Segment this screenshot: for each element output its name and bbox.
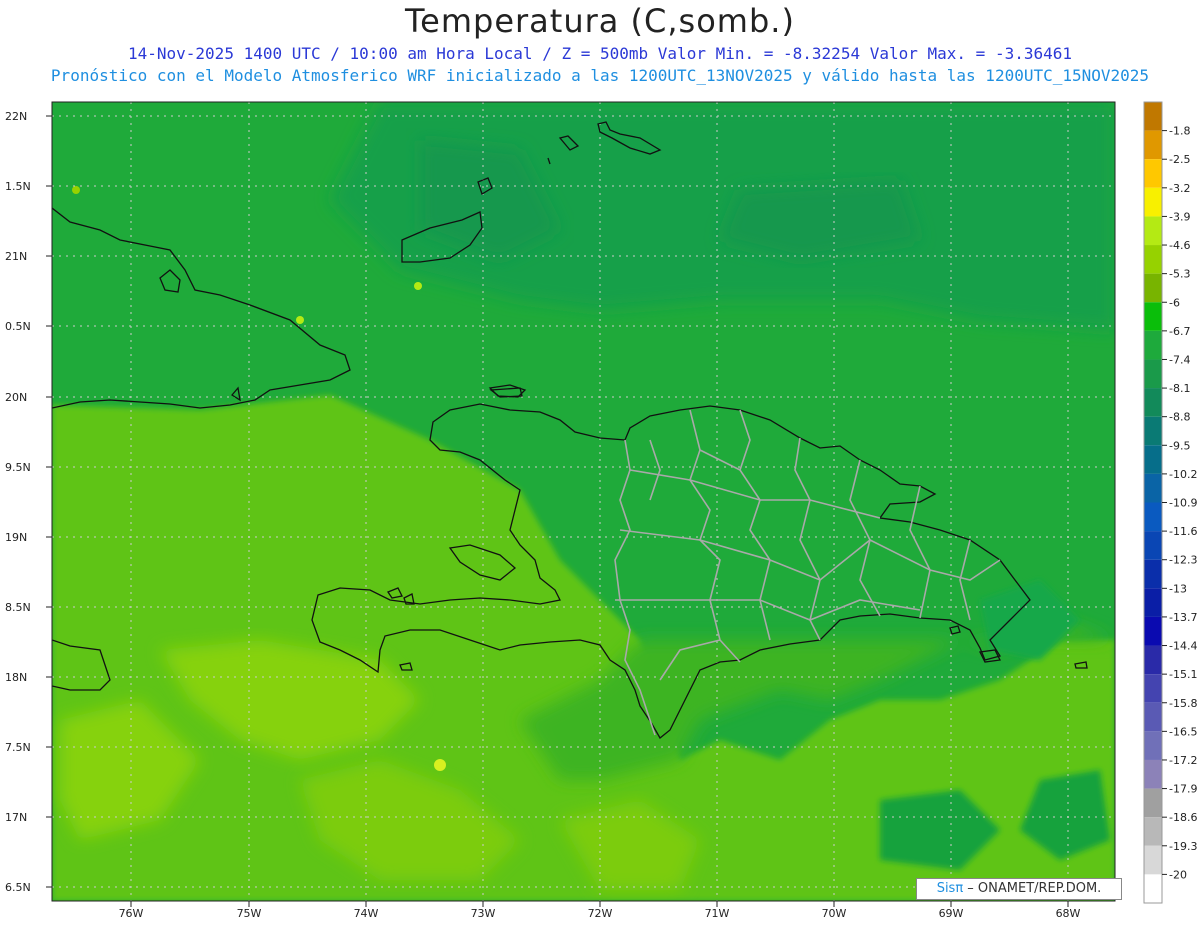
colorbar-swatch bbox=[1144, 359, 1162, 389]
colorbar-label: -8.1 bbox=[1169, 382, 1190, 395]
colorbar-label: -14.4 bbox=[1169, 640, 1197, 653]
credit-brand: Sisπ bbox=[936, 881, 964, 896]
colorbar-swatch bbox=[1144, 845, 1162, 875]
lat-label: 21N bbox=[5, 250, 27, 263]
colorbar-swatch bbox=[1144, 473, 1162, 503]
colorbar-label: -2.5 bbox=[1169, 153, 1190, 166]
credit-box: Sisπ – ONAMET/REP.DOM. bbox=[916, 878, 1122, 900]
lat-label: 8.5N bbox=[5, 601, 31, 614]
latitude-labels: 22N 1.5N 21N 0.5N 20N 9.5N 19N 8.5N 18N … bbox=[5, 110, 52, 894]
colorbar-label: -6.7 bbox=[1169, 325, 1190, 338]
lat-label: 18N bbox=[5, 671, 27, 684]
map-page: Temperatura (C,somb.) 14-Nov-2025 1400 U… bbox=[0, 0, 1200, 927]
colorbar-swatch bbox=[1144, 159, 1162, 188]
colorbar-swatch bbox=[1144, 731, 1162, 760]
colorbar-label: -13.7 bbox=[1169, 611, 1197, 624]
colorbar-swatch bbox=[1144, 130, 1162, 160]
colorbar-label: -15.8 bbox=[1169, 697, 1197, 710]
lon-label: 69W bbox=[939, 907, 964, 920]
colorbar-swatch bbox=[1144, 874, 1162, 903]
colorbar-swatch bbox=[1144, 616, 1162, 646]
colorbar-label: -6 bbox=[1169, 296, 1180, 309]
colorbar-swatch bbox=[1144, 245, 1162, 274]
colorbar: -1.8 -2.5 -3.2 -3.9 -4.6 -5.3 -6 -6.7 -7.4 -8.1 -8… bbox=[1143, 101, 1197, 904]
colorbar-swatch bbox=[1144, 559, 1162, 589]
colorbar-label: -5.3 bbox=[1169, 268, 1190, 281]
colorbar-label: -4.6 bbox=[1169, 239, 1190, 252]
lat-label: 19N bbox=[5, 531, 27, 544]
lat-label: 17N bbox=[5, 811, 27, 824]
colorbar-label: -18.6 bbox=[1169, 811, 1197, 824]
colorbar-swatch bbox=[1144, 817, 1162, 846]
colorbar-swatch bbox=[1144, 788, 1162, 818]
colorbar-label: -16.5 bbox=[1169, 725, 1197, 738]
lat-label: 22N bbox=[5, 110, 27, 123]
lon-label: 76W bbox=[119, 907, 144, 920]
colorbar-label: -10.9 bbox=[1169, 497, 1197, 510]
lon-label: 73W bbox=[471, 907, 496, 920]
longitude-labels: 76W 75W 74W 73W 72W 71W 70W 69W 68W bbox=[119, 901, 1081, 920]
colorbar-label: -3.9 bbox=[1169, 210, 1190, 223]
temperature-field bbox=[52, 102, 1115, 901]
colorbar-label: -17.2 bbox=[1169, 754, 1197, 767]
colorbar-label: -17.9 bbox=[1169, 783, 1197, 796]
lon-label: 70W bbox=[822, 907, 847, 920]
lat-label: 9.5N bbox=[5, 461, 31, 474]
colorbar-swatch bbox=[1144, 330, 1162, 360]
colorbar-swatch bbox=[1144, 416, 1162, 446]
lat-label: 7.5N bbox=[5, 741, 31, 754]
colorbar-label: -11.6 bbox=[1169, 525, 1197, 538]
lon-label: 71W bbox=[705, 907, 730, 920]
colorbar-swatch bbox=[1144, 388, 1162, 417]
lon-label: 74W bbox=[354, 907, 379, 920]
colorbar-swatch bbox=[1144, 502, 1162, 532]
colorbar-label: -15.1 bbox=[1169, 668, 1197, 681]
colorbar-label: -7.4 bbox=[1169, 353, 1190, 366]
colorbar-label: -10.2 bbox=[1169, 468, 1197, 481]
colorbar-label: -8.8 bbox=[1169, 411, 1190, 424]
colorbar-swatch bbox=[1144, 273, 1162, 303]
colorbar-label: -13 bbox=[1169, 582, 1187, 595]
lat-label: 0.5N bbox=[5, 320, 31, 333]
colorbar-label: -20 bbox=[1169, 868, 1187, 881]
colorbar-label: -3.2 bbox=[1169, 182, 1190, 195]
colorbar-swatch bbox=[1144, 531, 1162, 560]
colorbar-swatch bbox=[1144, 216, 1162, 246]
colorbar-swatch bbox=[1144, 759, 1162, 789]
lat-label: 6.5N bbox=[5, 881, 31, 894]
lat-label: 20N bbox=[5, 391, 27, 404]
colorbar-swatch bbox=[1144, 445, 1162, 474]
colorbar-swatch bbox=[1144, 588, 1162, 617]
colorbar-label: -19.3 bbox=[1169, 840, 1197, 853]
colorbar-label: -12.3 bbox=[1169, 554, 1197, 567]
colorbar-label: -9.5 bbox=[1169, 439, 1190, 452]
map-svg: 22N 1.5N 21N 0.5N 20N 9.5N 19N 8.5N 18N … bbox=[5, 101, 1197, 920]
colorbar-swatch bbox=[1144, 302, 1162, 331]
colorbar-label: -1.8 bbox=[1169, 125, 1190, 138]
lon-label: 68W bbox=[1056, 907, 1081, 920]
lat-label: 1.5N bbox=[5, 180, 31, 193]
lon-label: 75W bbox=[237, 907, 262, 920]
colorbar-swatch bbox=[1144, 674, 1162, 703]
colorbar-swatch bbox=[1144, 102, 1162, 131]
lon-label: 72W bbox=[588, 907, 613, 920]
colorbar-swatch bbox=[1144, 702, 1162, 732]
colorbar-swatch bbox=[1144, 645, 1162, 675]
credit-text: – ONAMET/REP.DOM. bbox=[963, 881, 1102, 896]
colorbar-swatch bbox=[1144, 187, 1162, 217]
